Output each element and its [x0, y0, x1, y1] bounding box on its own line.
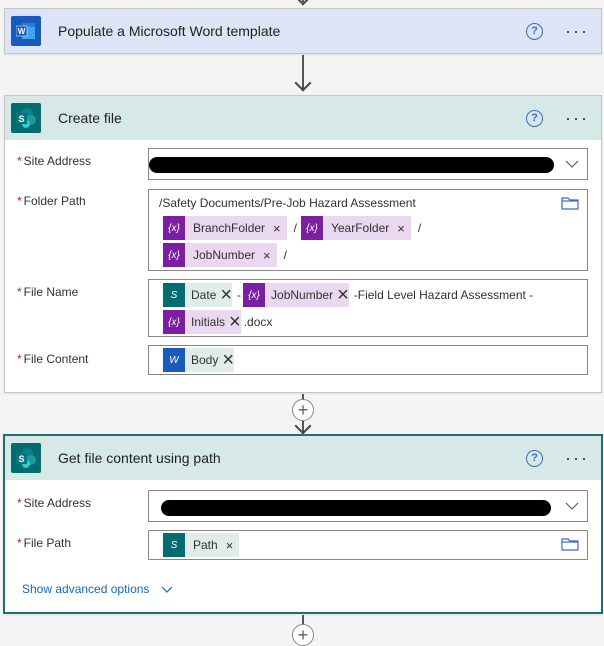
- sharepoint-icon: S: [11, 443, 41, 473]
- top-connector-arrow: [294, 0, 312, 6]
- variable-icon: {x}: [243, 283, 266, 307]
- dash-text: -: [237, 288, 242, 302]
- file-name-middle-text: -Field Level Hazard Assessment -: [353, 288, 534, 302]
- remove-token-icon[interactable]: ×: [220, 284, 232, 307]
- get-file-content-card[interactable]: S Get file content using path ? ··· * Sit…: [3, 434, 603, 614]
- token-path[interactable]: S Path ×: [163, 533, 240, 557]
- sharepoint-token-icon: S: [163, 283, 185, 307]
- variable-icon: {x}: [163, 310, 185, 334]
- file-path-label: * File Path: [17, 536, 72, 550]
- create-file-header[interactable]: S Create file ? ···: [5, 96, 601, 140]
- file-extension-text: .docx: [243, 315, 273, 329]
- more-options-icon[interactable]: ···: [565, 22, 589, 40]
- more-options-icon[interactable]: ···: [565, 449, 589, 467]
- path-separator: /: [417, 221, 422, 235]
- token-jobnumber[interactable]: {x} JobNumber ×: [163, 243, 277, 267]
- token-date[interactable]: S Date ×: [163, 283, 233, 307]
- folder-path-label: * Folder Path: [17, 194, 86, 208]
- file-name-line-1: S Date × - {x} JobNumber × -Field Level …: [163, 283, 533, 307]
- create-file-card[interactable]: S Create file ? ··· * Site Address * Folde…: [4, 95, 602, 393]
- token-yearfolder[interactable]: {x} YearFolder ×: [300, 216, 411, 240]
- file-path-line: S Path ×: [163, 533, 242, 557]
- folder-path-input[interactable]: /Safety Documents/Pre-Job Hazard Assessm…: [148, 189, 588, 271]
- folder-icon[interactable]: [561, 196, 579, 210]
- help-icon[interactable]: ?: [526, 109, 544, 127]
- site-address-label: * Site Address: [17, 154, 92, 168]
- sharepoint-token-icon: S: [163, 533, 185, 557]
- add-step-button[interactable]: +: [292, 624, 314, 646]
- svg-text:S: S: [18, 114, 24, 124]
- word-token-icon: W: [163, 348, 185, 372]
- card-title: Create file: [58, 110, 122, 126]
- token-initials[interactable]: {x} Initials ×: [163, 310, 241, 334]
- file-content-line: W Body ×: [163, 348, 237, 372]
- remove-token-icon[interactable]: ×: [337, 284, 349, 307]
- remove-token-icon[interactable]: ×: [397, 221, 405, 236]
- card-title: Populate a Microsoft Word template: [58, 23, 281, 39]
- folder-path-text: /Safety Documents/Pre-Job Hazard Assessm…: [159, 196, 416, 210]
- show-advanced-options-link[interactable]: Show advanced options: [22, 582, 173, 596]
- remove-token-icon[interactable]: ×: [263, 248, 271, 263]
- file-name-input[interactable]: S Date × - {x} JobNumber × -Field Level …: [148, 279, 588, 337]
- svg-text:S: S: [18, 454, 24, 464]
- chevron-down-icon: [161, 586, 173, 593]
- folder-icon[interactable]: [561, 537, 579, 551]
- variable-icon: {x}: [300, 216, 323, 240]
- file-name-label: * File Name: [17, 285, 79, 299]
- variable-icon: {x}: [163, 216, 185, 240]
- redacted-site-address: [149, 157, 554, 173]
- more-options-icon[interactable]: ···: [565, 109, 589, 127]
- card-title: Get file content using path: [58, 450, 221, 466]
- site-address-dropdown[interactable]: [148, 148, 588, 180]
- folder-path-tokens-line-2: {x} JobNumber × /: [163, 243, 291, 267]
- site-address-dropdown[interactable]: [148, 490, 588, 522]
- remove-token-icon[interactable]: ×: [229, 311, 241, 334]
- remove-token-icon[interactable]: ×: [226, 538, 234, 553]
- word-icon: W: [11, 16, 41, 46]
- svg-text:W: W: [18, 27, 26, 36]
- file-content-input[interactable]: W Body ×: [148, 345, 588, 375]
- folder-path-tokens-line-1: {x} BranchFolder × / {x} YearFolder × /: [163, 216, 425, 240]
- path-separator: /: [283, 248, 287, 262]
- redacted-site-address: [161, 500, 551, 516]
- token-branchfolder[interactable]: {x} BranchFolder ×: [163, 216, 287, 240]
- file-path-input[interactable]: S Path ×: [148, 530, 588, 560]
- file-content-label: * File Content: [17, 352, 89, 366]
- sharepoint-icon: S: [11, 103, 41, 133]
- file-name-line-2: {x} Initials × .docx: [163, 310, 272, 334]
- get-file-content-header[interactable]: S Get file content using path ? ···: [5, 436, 601, 480]
- path-separator: /: [293, 221, 297, 235]
- variable-icon: {x}: [163, 243, 185, 267]
- site-address-label: * Site Address: [17, 496, 92, 510]
- connector-arrow: [294, 74, 312, 92]
- help-icon[interactable]: ?: [526, 449, 544, 467]
- token-body[interactable]: W Body ×: [163, 348, 235, 372]
- remove-token-icon[interactable]: ×: [273, 221, 281, 236]
- chevron-down-icon[interactable]: [565, 502, 579, 510]
- remove-token-icon[interactable]: ×: [222, 349, 234, 372]
- token-jobnumber[interactable]: {x} JobNumber ×: [243, 283, 349, 307]
- chevron-down-icon[interactable]: [565, 160, 579, 168]
- populate-word-template-header[interactable]: W Populate a Microsoft Word template ? ·…: [5, 9, 601, 53]
- help-icon[interactable]: ?: [526, 22, 544, 40]
- populate-word-template-card[interactable]: W Populate a Microsoft Word template ? ·…: [4, 8, 602, 54]
